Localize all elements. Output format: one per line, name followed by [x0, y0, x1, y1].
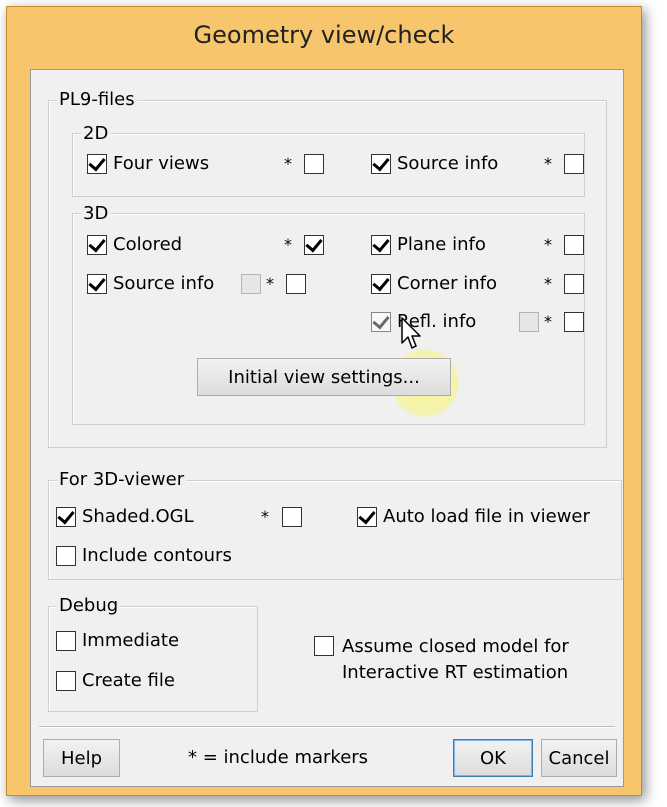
- four-views-check[interactable]: [87, 154, 107, 174]
- plane-info-marker-star: *: [544, 235, 552, 254]
- source-info-2d-label: Source info: [397, 153, 499, 174]
- shaded-ogl-markers-checkbox[interactable]: [282, 507, 302, 527]
- arrow-pointer-icon: [401, 317, 421, 349]
- refl-info-markers-checkbox[interactable]: [564, 312, 584, 332]
- initial-view-settings-button[interactable]: Initial view settings...: [197, 358, 451, 396]
- footer-separator: [39, 726, 615, 728]
- immediate-checkbox[interactable]: Immediate: [56, 630, 179, 652]
- corner-info-markers-checkbox[interactable]: [564, 274, 584, 294]
- shaded-ogl-check[interactable]: [56, 507, 76, 527]
- source-info-3d-extra-checkbox: [241, 274, 261, 294]
- shaded-ogl-checkbox[interactable]: Shaded.OGL: [56, 506, 194, 528]
- plane-info-checkbox[interactable]: Plane info: [371, 234, 486, 256]
- dialog-title: Geometry view/check: [193, 21, 455, 49]
- corner-info-check[interactable]: [371, 274, 391, 294]
- source-info-2d-markers-checkbox[interactable]: [564, 154, 584, 174]
- refl-info-extra-checkbox: [519, 312, 539, 332]
- refl-info-checkbox[interactable]: Refl. info: [371, 311, 476, 333]
- help-button[interactable]: Help: [43, 739, 120, 777]
- four-views-checkbox[interactable]: Four views: [87, 153, 209, 175]
- plane-info-label: Plane info: [397, 234, 486, 255]
- assume-closed-label: Assume closed model for Interactive RT e…: [342, 634, 569, 686]
- source-info-3d-marker-star: *: [266, 274, 274, 293]
- assume-closed-label-line2: Interactive RT estimation: [342, 662, 569, 683]
- refl-info-marker-star: *: [544, 312, 552, 331]
- create-file-checkbox[interactable]: Create file: [56, 670, 175, 692]
- immediate-check[interactable]: [56, 631, 76, 651]
- viewer3d-legend: For 3D-viewer: [57, 469, 187, 490]
- include-contours-check[interactable]: [56, 546, 76, 566]
- dialog-client-area: PL9-files 2D Four views * Source info * …: [30, 69, 624, 787]
- auto-load-checkbox[interactable]: Auto load file in viewer: [357, 506, 590, 528]
- source-info-3d-check[interactable]: [87, 274, 107, 294]
- colored-marker-star: *: [284, 235, 292, 254]
- source-info-3d-label: Source info: [113, 273, 215, 294]
- shaded-ogl-label: Shaded.OGL: [82, 506, 194, 527]
- create-file-label: Create file: [82, 670, 175, 691]
- source-info-3d-checkbox[interactable]: Source info: [87, 273, 214, 295]
- assume-closed-checkbox[interactable]: [314, 636, 334, 656]
- group-2d-legend: 2D: [81, 123, 111, 144]
- assume-closed-label-line1: Assume closed model for: [342, 636, 569, 657]
- debug-legend: Debug: [57, 595, 121, 616]
- debug-group: [48, 606, 258, 712]
- immediate-label: Immediate: [82, 630, 180, 651]
- colored-checkbox[interactable]: Colored: [87, 234, 182, 256]
- four-views-markers-checkbox[interactable]: [304, 154, 324, 174]
- pl9-files-legend: PL9-files: [57, 89, 137, 110]
- markers-note: * = include markers: [188, 747, 369, 768]
- source-info-2d-check[interactable]: [371, 154, 391, 174]
- refl-info-check[interactable]: [371, 312, 391, 332]
- auto-load-check[interactable]: [357, 507, 377, 527]
- include-contours-label: Include contours: [82, 545, 232, 566]
- include-contours-checkbox[interactable]: Include contours: [56, 545, 232, 567]
- colored-label: Colored: [113, 234, 183, 255]
- corner-info-label: Corner info: [397, 273, 498, 294]
- corner-info-checkbox[interactable]: Corner info: [371, 273, 497, 295]
- plane-info-markers-checkbox[interactable]: [564, 235, 584, 255]
- plane-info-check[interactable]: [371, 235, 391, 255]
- four-views-marker-star: *: [284, 154, 292, 173]
- source-info-2d-marker-star: *: [544, 154, 552, 173]
- cancel-button[interactable]: Cancel: [541, 739, 617, 777]
- group-3d-legend: 3D: [81, 203, 111, 224]
- source-info-2d-checkbox[interactable]: Source info: [371, 153, 498, 175]
- corner-info-marker-star: *: [544, 274, 552, 293]
- auto-load-label: Auto load file in viewer: [383, 506, 590, 527]
- ok-button[interactable]: OK: [453, 739, 533, 777]
- colored-check[interactable]: [87, 235, 107, 255]
- shaded-ogl-marker-star: *: [261, 507, 269, 526]
- source-info-3d-markers-checkbox[interactable]: [286, 274, 306, 294]
- four-views-label: Four views: [113, 153, 210, 174]
- create-file-check[interactable]: [56, 671, 76, 691]
- dialog-window: Geometry view/check PL9-files 2D Four vi…: [6, 6, 642, 796]
- colored-markers-checkbox[interactable]: [304, 235, 324, 255]
